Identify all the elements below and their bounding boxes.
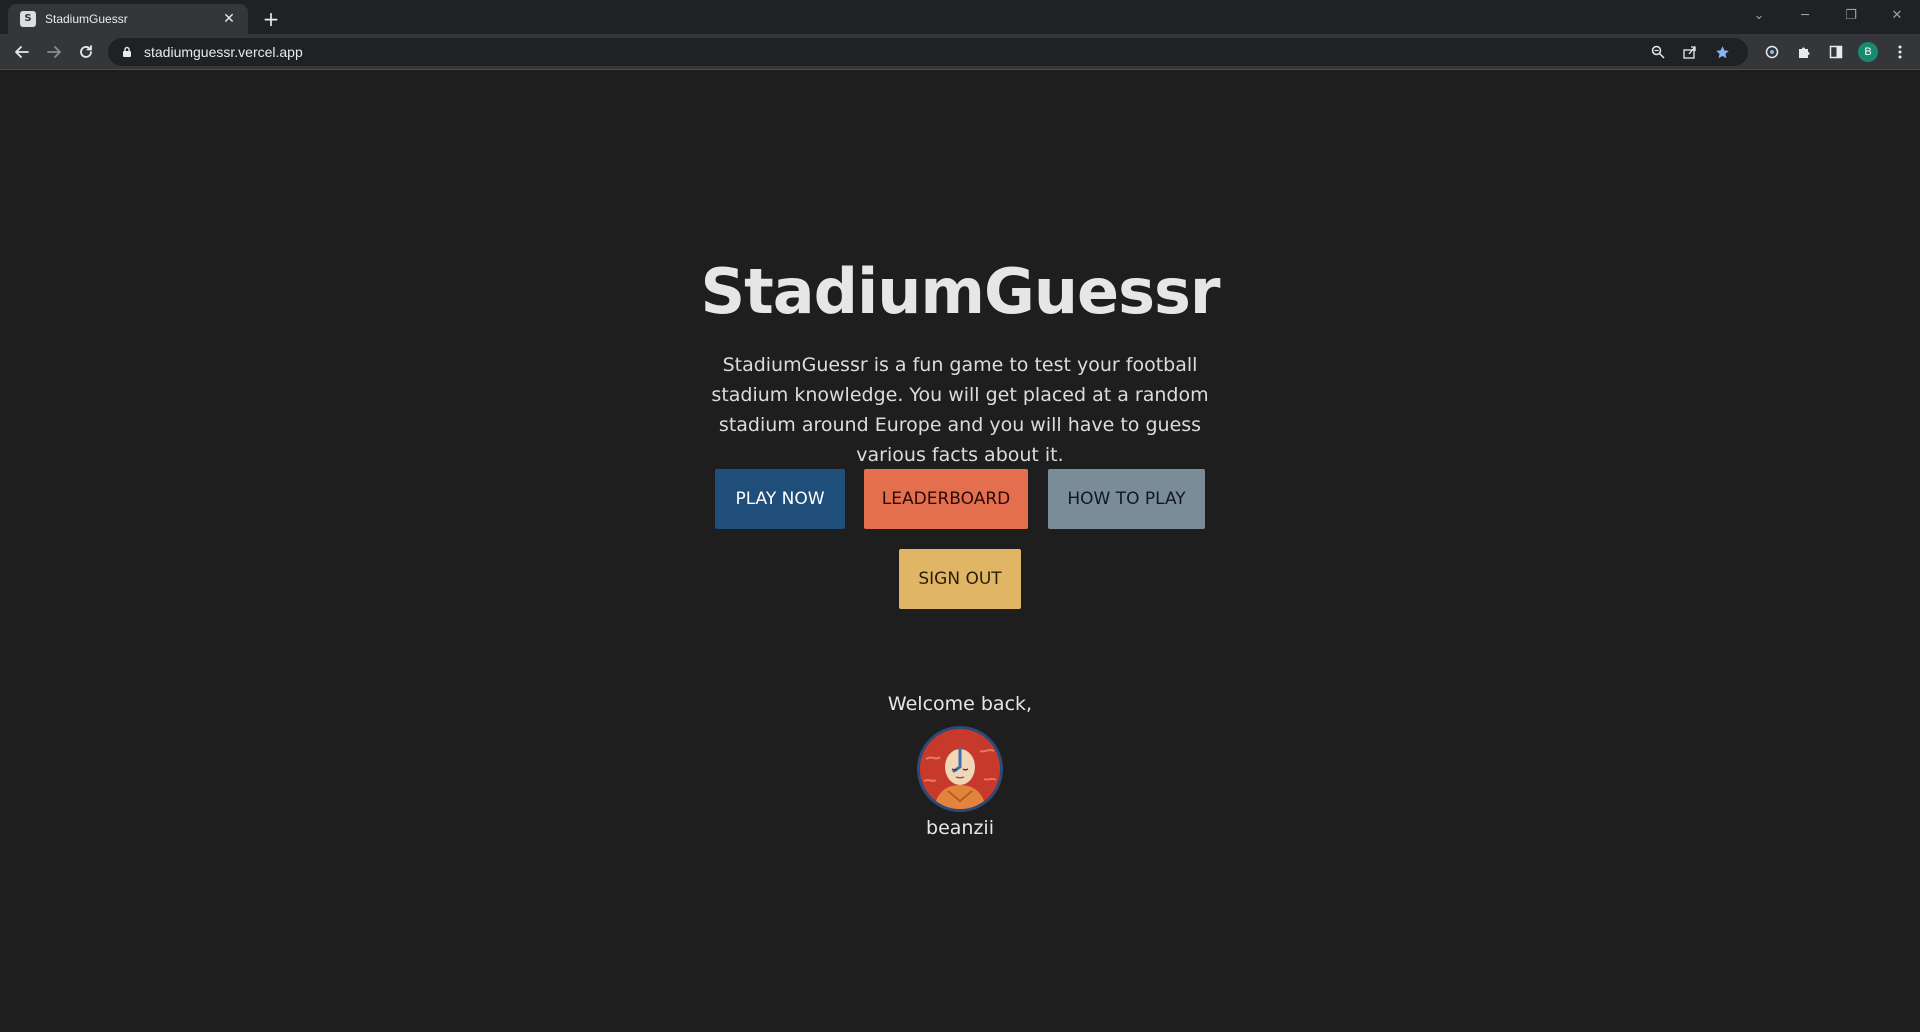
lock-icon[interactable]	[120, 45, 134, 59]
sign-out-button[interactable]: SIGN OUT	[899, 549, 1021, 609]
tab-title: StadiumGuessr	[45, 12, 128, 26]
back-icon[interactable]	[8, 38, 36, 66]
page-content: StadiumGuessr StadiumGuessr is a fun gam…	[0, 71, 1920, 1032]
menu-icon[interactable]	[1884, 38, 1916, 66]
side-panel-icon[interactable]	[1820, 38, 1852, 66]
username: beanzii	[926, 817, 994, 839]
leaderboard-button[interactable]: LEADERBOARD	[864, 469, 1028, 529]
extension-icons: B	[1756, 38, 1916, 66]
close-tab-icon[interactable]: ✕	[220, 10, 238, 28]
welcome-text: Welcome back,	[887, 693, 1033, 715]
page-title: StadiumGuessr	[700, 255, 1221, 328]
restore-icon[interactable]: ❐	[1828, 0, 1874, 30]
tab-strip: S StadiumGuessr ✕ + ⌄ ─ ❐ ✕	[0, 0, 1920, 34]
extension-icon[interactable]	[1756, 38, 1788, 66]
puzzle-icon[interactable]	[1788, 38, 1820, 66]
profile-icon[interactable]: B	[1852, 38, 1884, 66]
zoom-icon[interactable]	[1644, 38, 1672, 66]
minimize-icon[interactable]: ─	[1782, 0, 1828, 30]
bookmark-star-icon[interactable]	[1708, 38, 1736, 66]
how-to-play-button[interactable]: HOW TO PLAY	[1048, 469, 1205, 529]
address-bar[interactable]: stadiumguessr.vercel.app	[108, 38, 1748, 66]
browser-toolbar: stadiumguessr.vercel.app B	[0, 34, 1920, 70]
browser-tab[interactable]: S StadiumGuessr ✕	[8, 4, 248, 34]
game-description: StadiumGuessr is a fun game to test your…	[711, 354, 1209, 466]
reload-icon[interactable]	[72, 38, 100, 66]
forward-icon[interactable]	[40, 38, 68, 66]
favicon-icon: S	[20, 11, 36, 27]
window-controls: ⌄ ─ ❐ ✕	[1736, 0, 1920, 30]
new-tab-button[interactable]: +	[258, 6, 284, 32]
share-icon[interactable]	[1676, 38, 1704, 66]
close-window-icon[interactable]: ✕	[1874, 0, 1920, 30]
user-avatar	[917, 726, 1003, 812]
url-text[interactable]: stadiumguessr.vercel.app	[144, 44, 1640, 60]
profile-avatar: B	[1858, 42, 1878, 62]
tab-search-icon[interactable]: ⌄	[1736, 0, 1782, 30]
play-now-button[interactable]: PLAY NOW	[715, 469, 845, 529]
